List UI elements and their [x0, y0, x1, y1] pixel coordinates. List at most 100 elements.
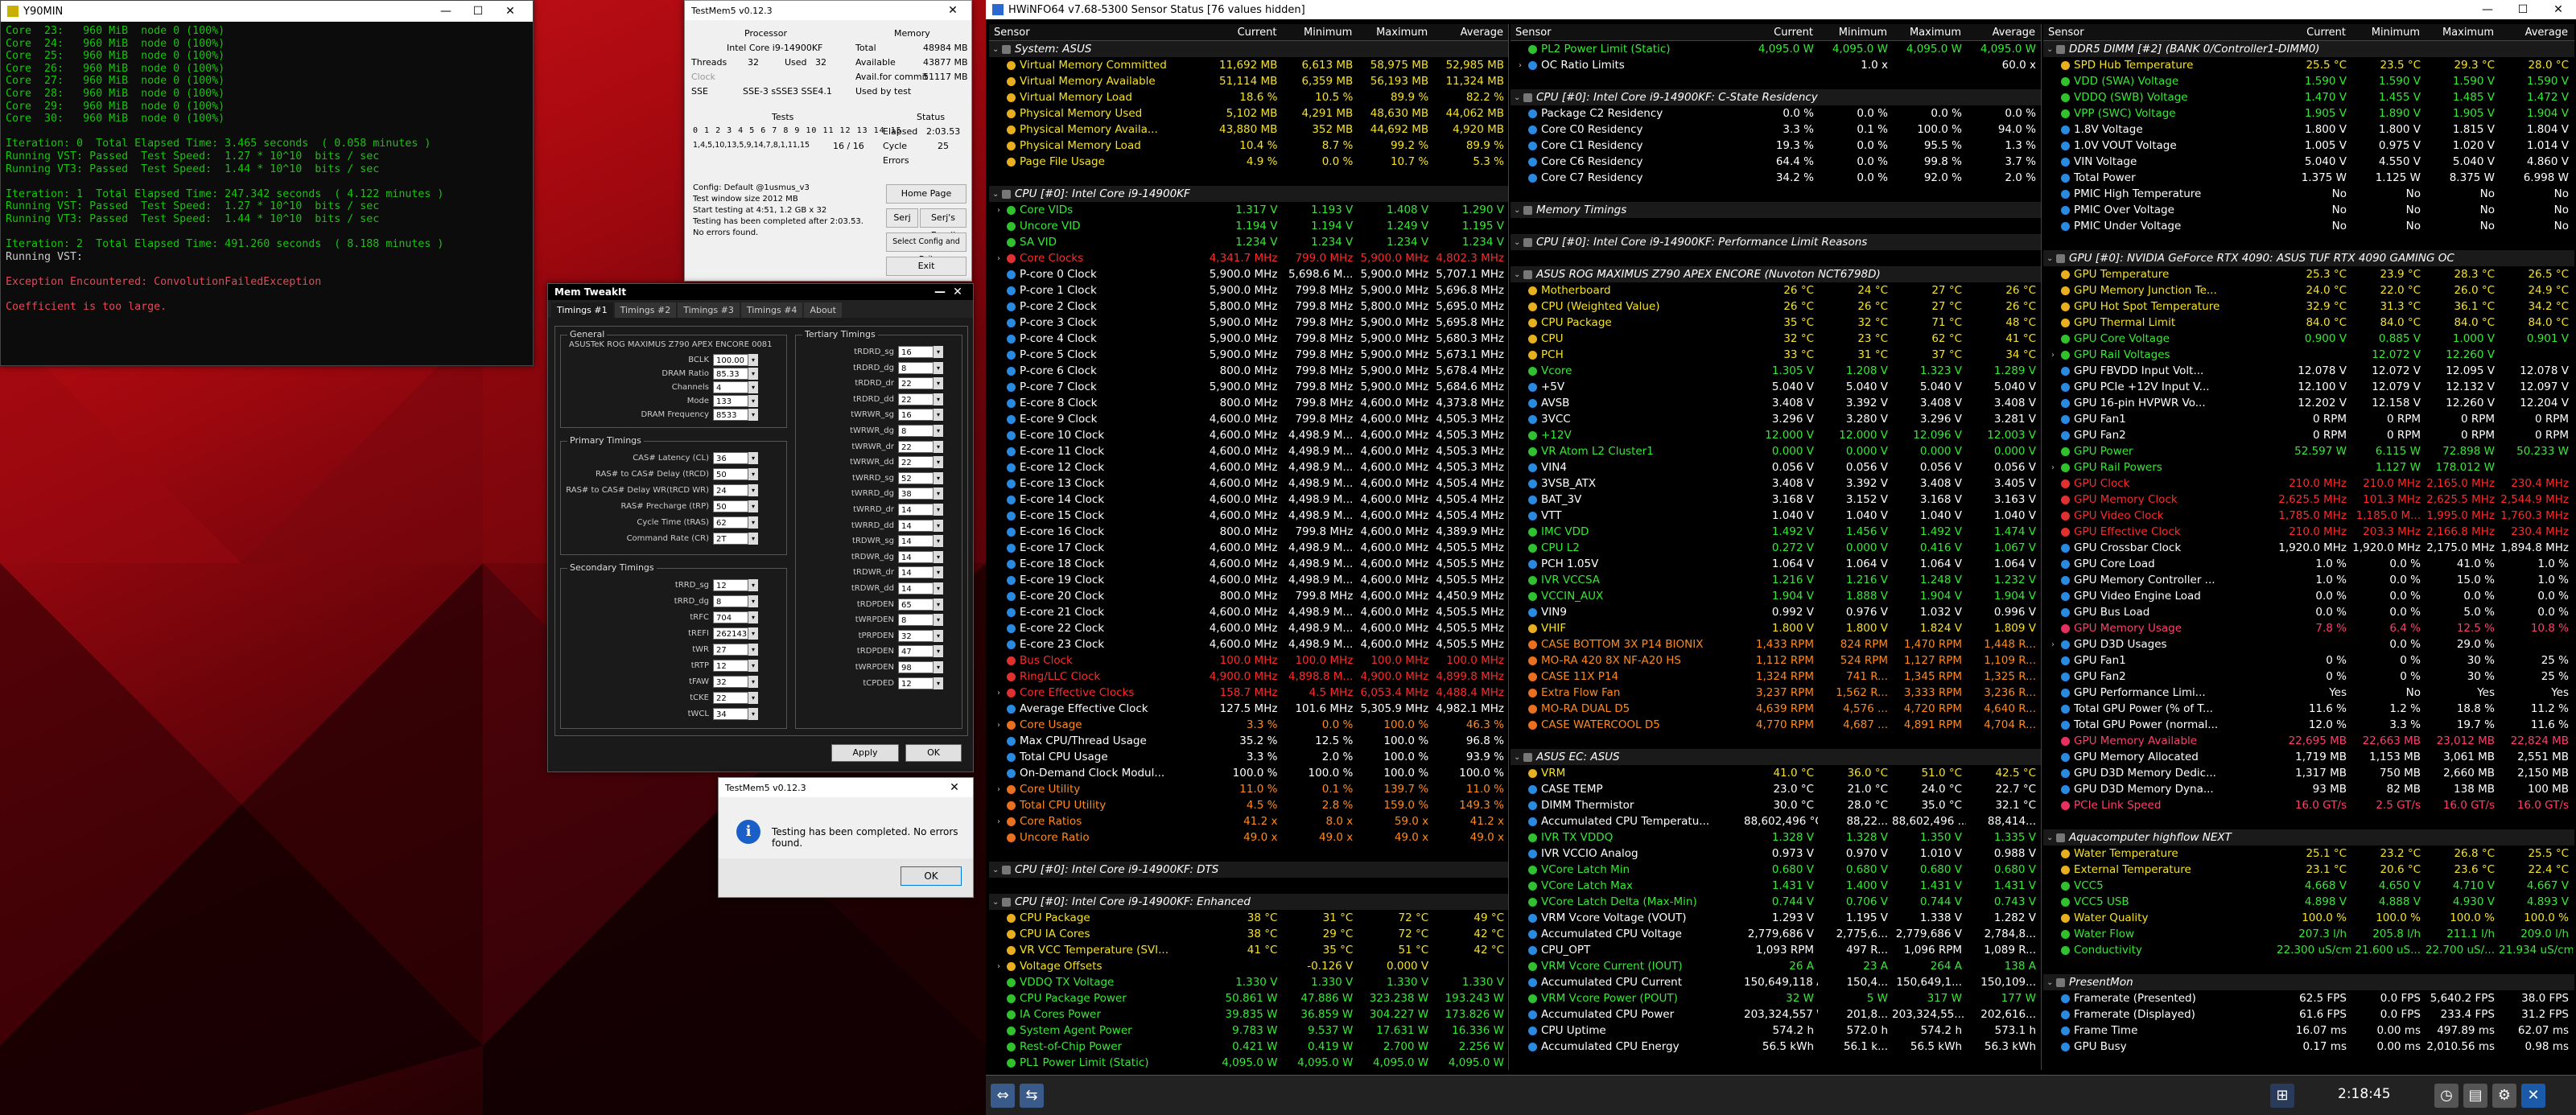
chevron-down-icon[interactable]: ▾: [748, 660, 758, 672]
sensor-row[interactable]: E-core 11 Clock 4,600.0 MHz 4,498.9 M... 4,…: [989, 443, 1508, 459]
sensor-row[interactable]: VIN4 0.056 V 0.056 V 0.056 V 0.056 V: [1511, 459, 2041, 475]
sensor-row[interactable]: CASE 11X P14 1,324 RPM 741 R... 1,345 RPM 1,…: [1511, 669, 2041, 685]
expand-icon[interactable]: ›: [2051, 640, 2061, 649]
expand-icon[interactable]: ⌄: [2046, 45, 2056, 54]
dialog-titlebar[interactable]: TestMem5 v0.12.3 ✕: [719, 778, 973, 797]
sensor-row[interactable]: AVSB 3.408 V 3.392 V 3.408 V 3.408 V: [1511, 395, 2041, 411]
sensor-group-header[interactable]: ⌄ GPU [#0]: NVIDIA GeForce RTX 4090: ASUS…: [2043, 250, 2574, 266]
chevron-down-icon[interactable]: ▾: [934, 535, 943, 548]
chevron-down-icon[interactable]: ▾: [934, 425, 943, 437]
chevron-down-icon[interactable]: ▾: [748, 676, 758, 688]
expand-icon[interactable]: ⌄: [1514, 93, 1523, 102]
sensor-group-header[interactable]: ⌄ ASUS ROG MAXIMUS Z790 APEX ENCORE (Nuvo…: [1511, 266, 2041, 282]
secondary-value-field[interactable]: 12: [713, 579, 748, 591]
sensor-row[interactable]: P-core 6 Clock 800.0 MHz 799.8 MHz 5,900.0 …: [989, 363, 1508, 379]
tertiary-value-field[interactable]: 14: [898, 582, 934, 595]
sensor-row[interactable]: P-core 3 Clock 5,900.0 MHz 799.8 MHz 5,900.…: [989, 315, 1508, 331]
testmem5-window[interactable]: TestMem5 v0.12.3 ✕ Processor Intel Core …: [684, 0, 972, 282]
expand-icon[interactable]: ⌄: [992, 190, 1002, 199]
select-config-button[interactable]: Select Config and Exit: [886, 232, 967, 264]
sensor-row[interactable]: +5V 5.040 V 5.040 V 5.040 V 5.040 V: [1511, 379, 2041, 395]
sensor-row[interactable]: E-core 21 Clock 4,600.0 MHz 4,498.9 M... 4,…: [989, 604, 1508, 620]
nav-forward-icon[interactable]: ⇆: [1020, 1084, 1044, 1108]
sensor-row[interactable]: Accumulated CPU Voltage 2,779,686 V 2,775,…: [1511, 926, 2041, 942]
primary-value-field[interactable]: 50: [713, 500, 748, 512]
sensor-column-3[interactable]: Sensor Current Minimum Maximum Average ⌄ DDR5 …: [2043, 24, 2574, 1070]
chevron-down-icon[interactable]: ▾: [748, 692, 758, 704]
sensor-row[interactable]: Page File Usage 4.9 % 0.0 % 10.7 % 5.3 %: [989, 154, 1508, 170]
chevron-down-icon[interactable]: ▾: [934, 645, 943, 658]
sensor-row[interactable]: Average Effective Clock 127.5 MHz 101.6 MH…: [989, 701, 1508, 717]
column-header-sensor[interactable]: Sensor: [989, 27, 1206, 39]
serj-button[interactable]: Serj: [886, 208, 918, 228]
column-header-average[interactable]: Average: [2499, 27, 2573, 39]
sensor-row[interactable]: DIMM Thermistor 30.0 °C 28.0 °C 35.0 °C 32.1…: [1511, 797, 2041, 813]
sensor-row[interactable]: VCCIN_AUX 1.904 V 1.888 V 1.904 V 1.904 V: [1511, 588, 2041, 604]
column-header-current[interactable]: Current: [1206, 27, 1282, 39]
sensor-row[interactable]: › GPU Rail Powers 1.127 W 178.012 W: [2043, 459, 2574, 475]
sensor-row[interactable]: 1.0V VOUT Voltage 1.005 V 0.975 V 1.020 V 1.…: [2043, 138, 2574, 154]
sensor-row[interactable]: VRM Vcore Current (IOUT) 26 A 23 A 264 A 138…: [1511, 958, 2041, 974]
sensor-row[interactable]: GPU Fan1 0 % 0 % 30 % 25 %: [2043, 652, 2574, 669]
tertiary-value-field[interactable]: 8: [898, 614, 934, 627]
sensor-row[interactable]: PCIe Link Speed 16.0 GT/s 2.5 GT/s 16.0 GT/…: [2043, 797, 2574, 813]
sensor-row[interactable]: VR VCC Temperature (SVI... 41 °C 35 °C 51 °…: [989, 942, 1508, 958]
close-icon[interactable]: ✕: [941, 4, 965, 17]
sensor-row[interactable]: VRM Vcore Voltage (VOUT) 1.293 V 1.195 V 1.…: [1511, 910, 2041, 926]
sensor-row[interactable]: GPU D3D Memory Dyna... 93 MB 82 MB 138 MB 10…: [2043, 781, 2574, 797]
apply-button[interactable]: Apply: [831, 744, 899, 762]
sensor-row[interactable]: PMIC High Temperature No No No No: [2043, 186, 2574, 202]
tertiary-value-field[interactable]: 12: [898, 677, 934, 689]
sensor-row[interactable]: IVR VCCSA 1.216 V 1.216 V 1.248 V 1.232 V: [1511, 572, 2041, 588]
primary-value-field[interactable]: 24: [713, 484, 748, 496]
clock-icon[interactable]: ◷: [2434, 1084, 2459, 1108]
sensor-row[interactable]: › Core Effective Clocks 158.7 MHz 4.5 MHz 6,…: [989, 685, 1508, 701]
expand-icon[interactable]: ⌄: [992, 898, 1002, 907]
sensor-group-header[interactable]: ⌄ System: ASUS: [989, 41, 1508, 57]
tertiary-value-field[interactable]: 16: [898, 346, 934, 358]
sensor-row[interactable]: On-Demand Clock Modul... 100.0 % 100.0 % 10…: [989, 765, 1508, 781]
sensor-row[interactable]: E-core 20 Clock 800.0 MHz 799.8 MHz 4,600.0…: [989, 588, 1508, 604]
sensor-row[interactable]: Package C2 Residency 0.0 % 0.0 % 0.0 % 0.0 %: [1511, 105, 2041, 121]
tab-timings-1[interactable]: Timings #1: [551, 302, 613, 318]
sensor-row[interactable]: Virtual Memory Load 18.6 % 10.5 % 89.9 % 82.…: [989, 89, 1508, 105]
sensor-row[interactable]: E-core 12 Clock 4,600.0 MHz 4,498.9 M... 4,…: [989, 459, 1508, 475]
chevron-down-icon[interactable]: ▾: [748, 708, 758, 720]
chevron-down-icon[interactable]: ▾: [934, 346, 943, 358]
chevron-down-icon[interactable]: ▾: [934, 550, 943, 563]
sensor-row[interactable]: GPU Core Load 1.0 % 0.0 % 41.0 % 1.0 %: [2043, 556, 2574, 572]
mem-tweakit-titlebar[interactable]: Mem TweakIt — ✕: [548, 284, 973, 300]
chevron-down-icon[interactable]: ▾: [934, 566, 943, 579]
tertiary-value-field[interactable]: 22: [898, 377, 934, 390]
sensor-row[interactable]: GPU Memory Usage 7.8 % 6.4 % 12.5 % 10.8 %: [2043, 620, 2574, 636]
tertiary-value-field[interactable]: 65: [898, 598, 934, 611]
console-titlebar[interactable]: Y90MIN — ☐ ✕: [1, 1, 533, 22]
chevron-down-icon[interactable]: ▾: [748, 500, 758, 512]
chevron-down-icon[interactable]: ▾: [934, 614, 943, 627]
chevron-down-icon[interactable]: ▾: [748, 468, 758, 480]
sensor-row[interactable]: IMC VDD 1.492 V 1.456 V 1.492 V 1.474 V: [1511, 524, 2041, 540]
sensor-row[interactable]: Virtual Memory Available 51,114 MB 6,359 M…: [989, 73, 1508, 89]
chevron-down-icon[interactable]: ▾: [748, 395, 758, 407]
sensor-row[interactable]: Framerate (Displayed) 61.6 FPS 0.0 FPS 233.…: [2043, 1006, 2574, 1022]
column-header-maximum[interactable]: Maximum: [1357, 27, 1432, 39]
sensor-row[interactable]: GPU Bus Load 0.0 % 0.0 % 5.0 % 0.0 %: [2043, 604, 2574, 620]
sensor-row[interactable]: GPU Fan2 0 RPM 0 RPM 0 RPM 0 RPM: [2043, 427, 2574, 443]
sensor-row[interactable]: Physical Memory Availa... 43,880 MB 352 MB…: [989, 121, 1508, 138]
sensor-row[interactable]: CASE WATERCOOL D5 4,770 RPM 4,687 ... 4,891…: [1511, 717, 2041, 733]
tertiary-value-field[interactable]: 8: [898, 425, 934, 437]
expand-icon[interactable]: ⌄: [992, 866, 1002, 874]
sensor-row[interactable]: 3VSB_ATX 3.408 V 3.392 V 3.408 V 3.405 V: [1511, 475, 2041, 492]
expand-icon[interactable]: ›: [997, 254, 1007, 263]
sensor-row[interactable]: Accumulated CPU Temperatu... 88,602,496 °…: [1511, 813, 2041, 829]
sensor-row[interactable]: Ring/LLC Clock 4,900.0 MHz 4,898.8 M... 4,9…: [989, 669, 1508, 685]
sensor-row[interactable]: Water Quality 100.0 % 100.0 % 100.0 % 100.0 …: [2043, 910, 2574, 926]
sensor-row[interactable]: SA VID 1.234 V 1.234 V 1.234 V 1.234 V: [989, 234, 1508, 250]
tab-timings-3[interactable]: Timings #3: [678, 302, 740, 318]
minimize-icon[interactable]: —: [430, 5, 462, 18]
chevron-down-icon[interactable]: ▾: [934, 598, 943, 611]
sensor-row[interactable]: Total Power 1.375 W 1.125 W 8.375 W 6.998 W: [2043, 170, 2574, 186]
sensor-row[interactable]: E-core 19 Clock 4,600.0 MHz 4,498.9 M... 4,…: [989, 572, 1508, 588]
sensor-row[interactable]: VTT 1.040 V 1.040 V 1.040 V 1.040 V: [1511, 508, 2041, 524]
sensor-row[interactable]: GPU Memory Available 22,695 MB 22,663 MB 23…: [2043, 733, 2574, 749]
